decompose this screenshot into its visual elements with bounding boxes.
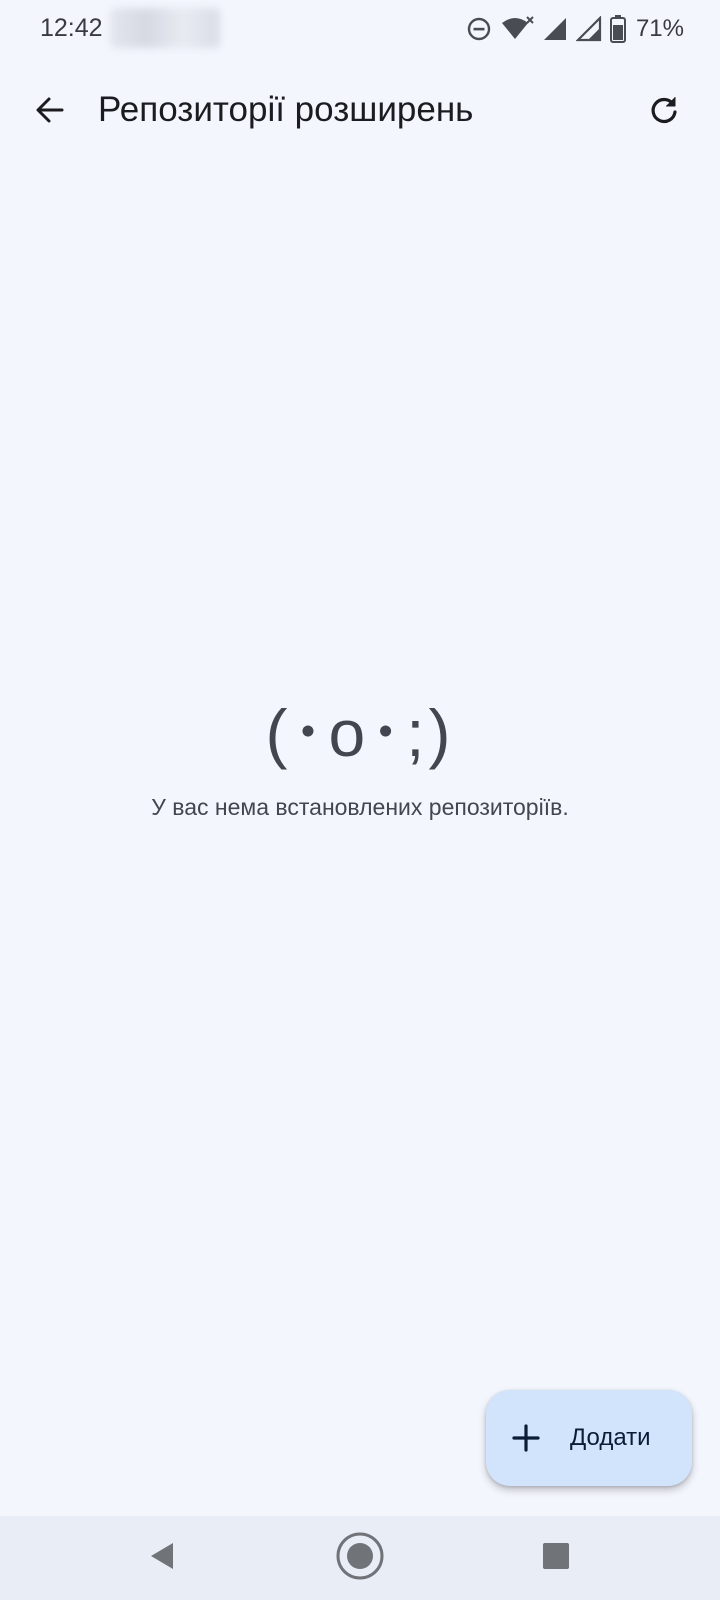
- empty-state-message: У вас нема встановлених репозиторіїв.: [151, 794, 569, 820]
- battery-percent: 71%: [635, 15, 684, 42]
- recents-square-icon: [542, 1542, 570, 1575]
- plus-icon: [512, 1424, 540, 1452]
- status-time: 12:42: [40, 14, 103, 42]
- signal-icon: [575, 16, 602, 42]
- nav-recents-button[interactable]: [530, 1532, 582, 1584]
- home-circle-icon: [335, 1531, 385, 1586]
- back-button[interactable]: [22, 84, 78, 140]
- wifi-icon: [500, 15, 534, 43]
- arrow-back-icon: [34, 94, 66, 131]
- app-bar: Репозиторії розширень: [0, 62, 720, 162]
- status-icons: 71%: [466, 12, 684, 46]
- signal-icon: [542, 16, 568, 42]
- add-button-label: Додати: [570, 1424, 651, 1451]
- back-triangle-icon: [148, 1541, 176, 1576]
- system-navigation-bar: [0, 1516, 720, 1600]
- status-bar: 12:42 71%: [0, 0, 720, 58]
- page-title: Репозиторії розширень: [98, 90, 474, 129]
- battery-icon: [609, 15, 626, 43]
- refresh-icon: [648, 94, 680, 131]
- nav-home-button[interactable]: [334, 1532, 386, 1584]
- refresh-button[interactable]: [636, 84, 692, 140]
- empty-state: (･o･;) У вас нема встановлених репозитор…: [0, 700, 720, 821]
- empty-state-face: (･o･;): [265, 696, 455, 770]
- nav-back-button[interactable]: [136, 1532, 188, 1584]
- add-repository-button[interactable]: Додати: [486, 1390, 692, 1486]
- dnd-icon: [466, 16, 492, 42]
- blurred-notification-area: [110, 8, 220, 48]
